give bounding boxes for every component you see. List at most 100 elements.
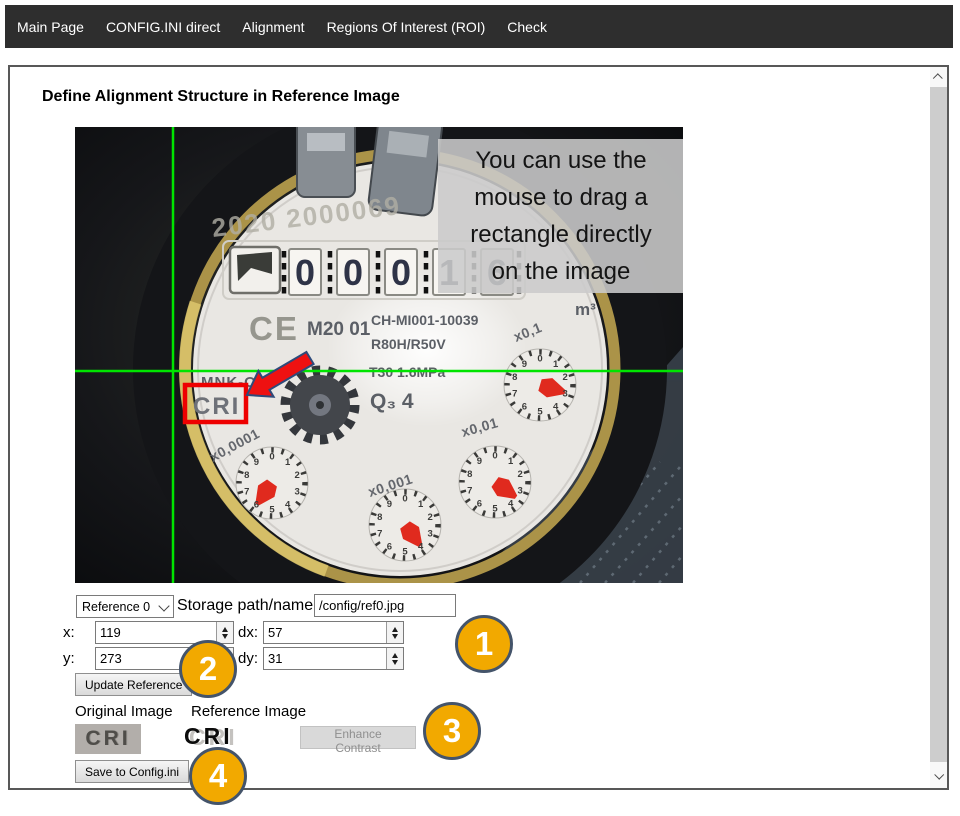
drag-hint-overlay: You can use the mouse to drag a rectangl… bbox=[438, 139, 683, 293]
reference-select[interactable]: Reference 0 bbox=[76, 595, 174, 618]
hint-line: You can use the bbox=[438, 142, 683, 179]
dial-digit: 5 bbox=[269, 505, 275, 516]
reference-image[interactable]: 2020 2000069 0 0 0 1 6 m³ CE M20 01 bbox=[75, 127, 683, 583]
spinner-icons[interactable] bbox=[386, 622, 403, 643]
dial-digit: 6 bbox=[477, 499, 482, 510]
vertical-scrollbar[interactable] bbox=[930, 67, 947, 788]
step-badge-4: 4 bbox=[189, 747, 247, 805]
dial-digit: 9 bbox=[477, 456, 482, 467]
step-badge-1: 1 bbox=[455, 615, 513, 673]
dial-digit: 8 bbox=[467, 469, 472, 480]
dial-digit: 2 bbox=[428, 512, 433, 523]
dial-digit: 1 bbox=[508, 456, 514, 467]
page-title: Define Alignment Structure in Reference … bbox=[42, 88, 400, 106]
dial-digit: 2 bbox=[295, 470, 300, 481]
dx-field bbox=[263, 621, 404, 644]
dial-digit: 5 bbox=[537, 407, 543, 418]
flow-rate-text: Q₃ 4 bbox=[370, 390, 414, 413]
spinner-down-icon[interactable] bbox=[392, 634, 398, 639]
dial-digit: 7 bbox=[467, 485, 472, 496]
dial-digit: 3 bbox=[428, 528, 433, 539]
approval-text: M20 01 bbox=[307, 319, 371, 340]
counter-digit: 0 bbox=[295, 252, 315, 293]
scrollbar-thumb[interactable] bbox=[930, 87, 947, 762]
spinner-down-icon[interactable] bbox=[392, 660, 398, 665]
original-crop-image: CRI bbox=[75, 724, 141, 754]
nav-config-ini[interactable]: CONFIG.INI direct bbox=[106, 19, 220, 35]
nav-roi[interactable]: Regions Of Interest (ROI) bbox=[327, 19, 486, 35]
dial-digit: 6 bbox=[522, 402, 527, 413]
dial-digit: 5 bbox=[492, 504, 498, 515]
spinner-icons[interactable] bbox=[216, 622, 233, 643]
chevron-up-icon bbox=[933, 73, 943, 83]
dial-digit: 1 bbox=[285, 457, 291, 468]
step-badge-3: 3 bbox=[423, 702, 481, 760]
nav-main-page[interactable]: Main Page bbox=[17, 19, 84, 35]
dial-digit: 8 bbox=[512, 372, 517, 383]
dx-input[interactable] bbox=[263, 621, 404, 644]
y-label: y: bbox=[63, 650, 75, 667]
dial-digit: 8 bbox=[244, 470, 249, 481]
dy-label: dy: bbox=[238, 650, 258, 667]
dial-digit: 6 bbox=[254, 500, 259, 511]
ratio-text: R80H/R50V bbox=[371, 336, 446, 352]
dial-x0-01: 012 34567 89 bbox=[459, 446, 531, 518]
reference-select-wrap: Reference 0 bbox=[76, 595, 174, 618]
nav-check[interactable]: Check bbox=[507, 19, 547, 35]
dial-digit: 0 bbox=[492, 451, 497, 462]
spinner-up-icon[interactable] bbox=[392, 627, 398, 632]
step-badge-2: 2 bbox=[179, 640, 237, 698]
dial-digit: 0 bbox=[537, 354, 542, 365]
spinner-icons[interactable] bbox=[386, 648, 403, 669]
dial-digit: 5 bbox=[402, 547, 408, 558]
original-image-label: Original Image bbox=[75, 703, 173, 720]
ce-mark: CE bbox=[249, 310, 299, 347]
update-reference-button[interactable]: Update Reference bbox=[75, 673, 192, 696]
chevron-down-icon bbox=[934, 769, 944, 779]
dial-digit: 3 bbox=[295, 486, 300, 497]
dial-x0-0001: 0123456789 bbox=[236, 447, 308, 519]
dial-digit: 7 bbox=[512, 388, 517, 399]
model-text: CH-MI001-10039 bbox=[371, 312, 479, 328]
hint-line: on the image bbox=[438, 253, 683, 290]
dial-digit: 3 bbox=[563, 388, 568, 399]
scroll-up-button[interactable] bbox=[930, 67, 947, 87]
dy-field bbox=[263, 647, 404, 670]
dial-digit: 9 bbox=[387, 499, 392, 510]
spinner-up-icon[interactable] bbox=[222, 627, 228, 632]
dial-digit: 4 bbox=[508, 499, 514, 510]
dial-digit: 4 bbox=[553, 402, 559, 413]
hint-line: rectangle directly bbox=[438, 216, 683, 253]
enhance-contrast-button[interactable]: Enhance Contrast bbox=[300, 726, 416, 749]
reference-image-label: Reference Image bbox=[191, 703, 306, 720]
save-to-config-button[interactable]: Save to Config.ini bbox=[75, 760, 189, 783]
storage-path-input[interactable] bbox=[314, 594, 456, 617]
x-label: x: bbox=[63, 624, 75, 641]
top-navbar: Main Page CONFIG.INI direct Alignment Re… bbox=[5, 5, 953, 48]
dial-digit: 2 bbox=[518, 469, 523, 480]
dial-digit: 0 bbox=[402, 494, 407, 505]
dial-digit: 9 bbox=[522, 359, 527, 370]
dial-digit: 7 bbox=[244, 486, 249, 497]
dial-digit: 3 bbox=[518, 485, 523, 496]
nav-alignment[interactable]: Alignment bbox=[242, 19, 304, 35]
dial-digit: 8 bbox=[377, 512, 382, 523]
dial-digit: 4 bbox=[418, 542, 424, 553]
dial-digit: 1 bbox=[553, 359, 559, 370]
dial-digit: 2 bbox=[563, 372, 568, 383]
spinner-down-icon[interactable] bbox=[222, 634, 228, 639]
counter-digit: 0 bbox=[343, 252, 363, 293]
counter-digit: 0 bbox=[391, 252, 411, 293]
dial-x0-001: 0123456789 bbox=[369, 489, 441, 561]
dial-digit: 1 bbox=[418, 499, 424, 510]
dial-digit: 9 bbox=[254, 457, 259, 468]
scroll-down-button[interactable] bbox=[930, 762, 947, 788]
spinner-up-icon[interactable] bbox=[392, 653, 398, 658]
dial-digit: 0 bbox=[269, 452, 274, 463]
dial-digit: 7 bbox=[377, 528, 382, 539]
dx-label: dx: bbox=[238, 624, 258, 641]
dial-x0-1: 012 34567 89 bbox=[504, 349, 576, 421]
dy-input[interactable] bbox=[263, 647, 404, 670]
cri-alignment-mark: CRI bbox=[193, 393, 240, 420]
hint-line: mouse to drag a bbox=[438, 179, 683, 216]
